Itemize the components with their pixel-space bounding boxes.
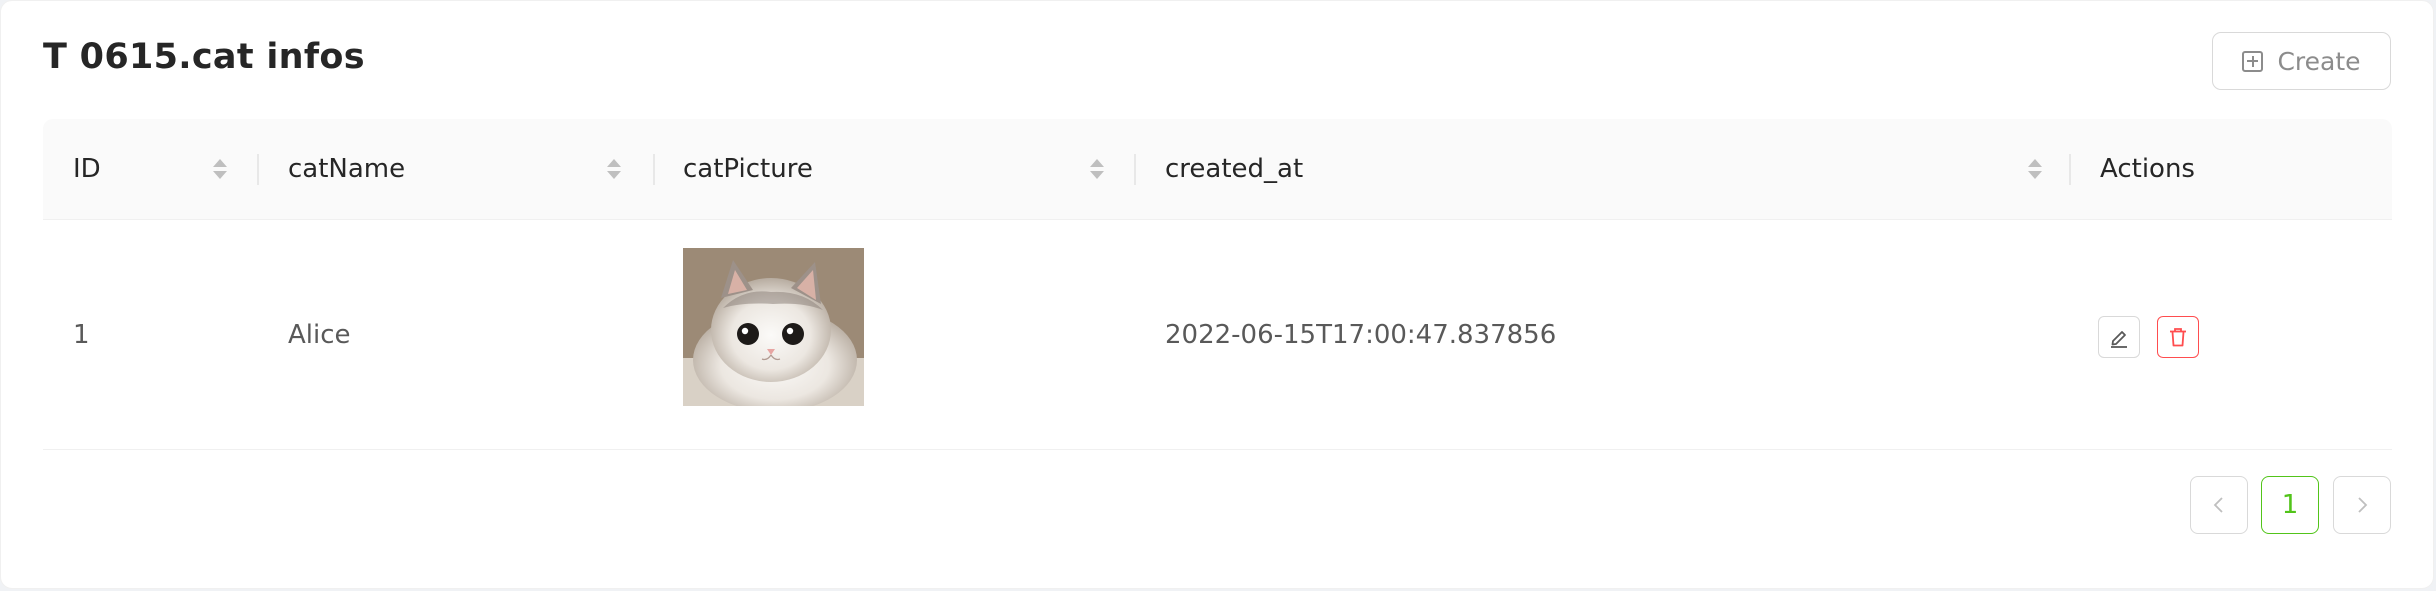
pagination-next-button[interactable] (2333, 476, 2391, 534)
create-button-label: Create (2277, 46, 2361, 76)
plus-square-icon (2242, 50, 2264, 72)
column-header-catname[interactable]: catName (258, 119, 654, 219)
sort-caret-icon[interactable] (1090, 159, 1104, 179)
column-header-label: created_at (1165, 154, 1304, 184)
column-header-created-at[interactable]: created_at (1135, 119, 2074, 219)
sort-caret-icon[interactable] (213, 159, 227, 179)
column-header-catpicture[interactable]: catPicture (653, 119, 1135, 219)
edit-icon (2111, 331, 2127, 348)
create-button[interactable]: Create (2212, 32, 2391, 90)
sort-caret-icon[interactable] (607, 159, 621, 179)
cell-id: 1 (43, 220, 258, 449)
created-at-value: 2022-06-15T17:00:47.837856 (1165, 319, 1557, 350)
column-header-label: Actions (2100, 154, 2195, 184)
list-card: T 0615.cat infos Create ID catName catPi… (0, 0, 2434, 589)
chevron-right-icon (2358, 497, 2368, 513)
delete-button[interactable] (2157, 316, 2199, 358)
table-body: 1 Alice 2022-06-15T17:00:47.837856 (43, 220, 2392, 450)
table-header: ID catName catPicture created_at Actions (43, 119, 2392, 220)
sort-caret-icon[interactable] (2028, 159, 2042, 179)
pagination-page-button[interactable]: 1 (2261, 476, 2319, 534)
catname-value: Alice (288, 319, 351, 350)
cell-created-at: 2022-06-15T17:00:47.837856 (1135, 220, 2070, 449)
column-header-actions: Actions (2070, 119, 2392, 219)
column-header-label: catName (288, 154, 406, 184)
data-table: ID catName catPicture created_at Actions… (43, 119, 2392, 450)
edit-button[interactable] (2098, 316, 2140, 358)
chevron-left-icon (2213, 497, 2223, 513)
pagination-prev-button[interactable] (2190, 476, 2248, 534)
column-header-label: ID (73, 154, 101, 184)
page-title: T 0615.cat infos (43, 37, 365, 77)
cat-picture-image (683, 248, 864, 406)
delete-icon (2170, 328, 2186, 347)
id-value: 1 (73, 319, 90, 350)
column-header-label: catPicture (683, 154, 813, 184)
column-header-id[interactable]: ID (43, 119, 259, 219)
table-row: 1 Alice 2022-06-15T17:00:47.837856 (43, 220, 2392, 450)
cell-catname: Alice (258, 220, 653, 449)
